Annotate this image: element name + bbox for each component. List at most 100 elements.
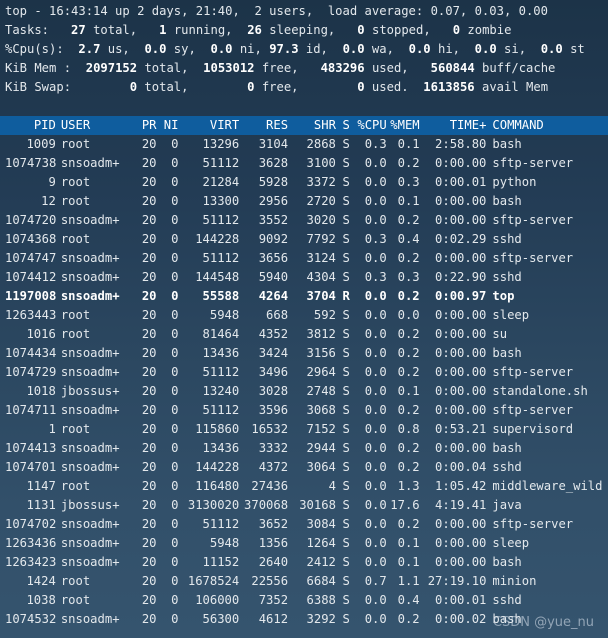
process-row[interactable]: 9 root 20 0 21284 5928 3372 S 0.0 0.3 0:00.01 pytho… <box>0 173 608 192</box>
cell-state: S <box>342 384 350 398</box>
cell-mem: 0.1 <box>397 194 420 208</box>
col-header-user[interactable]: USER <box>56 116 127 135</box>
col-header-mem[interactable]: %MEM <box>387 116 419 135</box>
cell-pid: 1018 <box>26 384 56 398</box>
cell-time: 0:22.90 <box>435 270 487 284</box>
cell-cpu: 0.0 <box>364 156 387 170</box>
cell-time: 0:00.00 <box>435 365 487 379</box>
process-row[interactable]: 12 root 20 0 13300 2956 2720 S 0.0 0.1 0:00.00 bash <box>0 192 608 211</box>
process-row[interactable]: 1074702 snsoadm+ 20 0 51112 3652 3084 S 0.0 0.2 0:… <box>0 515 608 534</box>
process-row[interactable]: 1074729 snsoadm+ 20 0 51112 3496 2964 S 0.0 0.2 0:… <box>0 363 608 382</box>
process-row[interactable]: 1074434 snsoadm+ 20 0 13436 3424 3156 S 0.0 0.2 0:… <box>0 344 608 363</box>
cell-ni: 0 <box>171 574 179 588</box>
process-row[interactable]: 1424 root 20 0 1678524 22556 6684 S 0.7 1.1 27:19.… <box>0 572 608 591</box>
cell-mem: 0.1 <box>397 137 420 151</box>
cell-pid: 1147 <box>26 479 56 493</box>
process-row[interactable]: 1074738 snsoadm+ 20 0 51112 3628 3100 S 0.0 0.2 0:… <box>0 154 608 173</box>
cell-pr: 20 <box>141 270 157 284</box>
cell-pid: 12 <box>41 194 56 208</box>
col-header-virt[interactable]: VIRT <box>178 116 239 135</box>
cell-shr: 2412 <box>306 555 336 569</box>
cell-mem: 0.2 <box>397 251 420 265</box>
cell-state: S <box>342 175 350 189</box>
terminal-window: top - 16:43:14 up 2 days, 21:40, 2 users… <box>0 2 608 629</box>
col-header-time[interactable]: TIME+ <box>420 116 487 135</box>
col-header-pid[interactable]: PID <box>5 116 56 135</box>
cell-pr: 20 <box>141 555 157 569</box>
cell-pr: 20 <box>141 460 157 474</box>
col-header-ni[interactable]: NI <box>157 116 179 135</box>
process-row[interactable]: 1074413 snsoadm+ 20 0 13436 3332 2944 S 0.0 0.2 0:… <box>0 439 608 458</box>
cell-ni: 0 <box>171 384 179 398</box>
cell-mem: 0.1 <box>397 536 420 550</box>
process-row[interactable]: 1009 root 20 0 13296 3104 2868 S 0.3 0.1 2:58.80 ba… <box>0 135 608 154</box>
cell-pr: 20 <box>141 593 157 607</box>
cell-virt: 5948 <box>209 536 240 550</box>
cell-virt: 144548 <box>195 270 240 284</box>
cell-virt: 51112 <box>202 213 240 227</box>
cell-user: snsoadm+ <box>60 289 120 303</box>
process-row[interactable]: 1074720 snsoadm+ 20 0 51112 3552 3020 S 0.0 0.2 0:… <box>0 211 608 230</box>
mem-total-value: 2097152 <box>85 61 138 75</box>
col-header-cpu[interactable]: %CPU <box>350 116 386 135</box>
cell-shr: 3292 <box>306 612 336 626</box>
cell-time: 0:00.00 <box>435 251 487 265</box>
cell-pid: 1074701 <box>5 460 56 474</box>
process-row[interactable]: 1131 jbossus+ 20 0 3130020 370068 30168 S 0.0 17.… <box>0 496 608 515</box>
cell-time: 0:00.00 <box>435 308 487 322</box>
cell-cpu: 0.0 <box>364 175 387 189</box>
process-row[interactable]: 1197008 snsoadm+ 20 0 55588 4264 3704 R 0.0 0.2 0:… <box>0 287 608 306</box>
swap-label: KiB Swap: <box>5 80 72 94</box>
cell-pr: 20 <box>141 422 157 436</box>
cell-time: 0:00.00 <box>435 384 487 398</box>
cell-command: sleep <box>492 536 530 550</box>
cell-ni: 0 <box>171 346 179 360</box>
cell-user: root <box>60 194 91 208</box>
cell-command: minion <box>492 574 537 588</box>
cell-mem: 1.1 <box>397 574 420 588</box>
process-row[interactable]: 1074711 snsoadm+ 20 0 51112 3596 3068 S 0.0 0.2 0:… <box>0 401 608 420</box>
col-header-command[interactable]: COMMAND <box>486 116 608 135</box>
cell-res: 668 <box>266 308 289 322</box>
cell-pr: 20 <box>141 441 157 455</box>
process-row[interactable]: 1263443 root 20 0 5948 668 592 S 0.0 0.0 0:00.00 sl… <box>0 306 608 325</box>
process-row[interactable]: 1263423 snsoadm+ 20 0 11152 2640 2412 S 0.0 0.1 0:… <box>0 553 608 572</box>
process-row[interactable]: 1038 root 20 0 106000 7352 6388 S 0.0 0.4 0:00.01 s… <box>0 591 608 610</box>
cell-command: bash <box>492 441 522 455</box>
process-row[interactable]: 1074368 root 20 0 144228 9092 7792 S 0.3 0.4 0:02.… <box>0 230 608 249</box>
cell-user: jbossus+ <box>60 498 120 512</box>
cell-cpu: 0.0 <box>364 251 387 265</box>
cell-mem: 0.2 <box>397 612 420 626</box>
cell-shr: 2868 <box>306 137 336 151</box>
cell-mem: 0.2 <box>397 460 420 474</box>
tasks-zombie-value: 0 <box>452 23 461 37</box>
process-row[interactable]: 1018 jbossus+ 20 0 13240 3028 2748 S 0.0 0.1 0:00.… <box>0 382 608 401</box>
process-row[interactable]: 1147 root 20 0 116480 27436 4 S 0.0 1.3 1:05.42 mid… <box>0 477 608 496</box>
process-row[interactable]: 1074701 snsoadm+ 20 0 144228 4372 3064 S 0.0 0.2 0… <box>0 458 608 477</box>
cell-pid: 1009 <box>26 137 56 151</box>
cell-res: 16532 <box>251 422 289 436</box>
cell-mem: 0.3 <box>397 270 420 284</box>
process-row[interactable]: 1016 root 20 0 81464 4352 3812 S 0.0 0.2 0:00.00 su <box>0 325 608 344</box>
cell-user: snsoadm+ <box>60 403 120 417</box>
cell-mem: 1.3 <box>397 479 420 493</box>
cell-time: 0:00.00 <box>435 517 487 531</box>
cell-user: jbossus+ <box>60 384 120 398</box>
cell-pr: 20 <box>141 289 157 303</box>
col-header-pr[interactable]: PR <box>127 116 157 135</box>
cell-state: S <box>342 194 350 208</box>
col-header-res[interactable]: RES <box>239 116 288 135</box>
process-row[interactable]: 1263436 snsoadm+ 20 0 5948 1356 1264 S 0.0 0.1 0:0… <box>0 534 608 553</box>
col-header-state[interactable]: S <box>336 116 350 135</box>
cell-pr: 20 <box>141 403 157 417</box>
cell-user: root <box>60 574 91 588</box>
col-header-shr[interactable]: SHR <box>288 116 336 135</box>
process-row[interactable]: 1074412 snsoadm+ 20 0 144548 5940 4304 S 0.3 0.3 0… <box>0 268 608 287</box>
cell-res: 7352 <box>258 593 289 607</box>
process-row[interactable]: 1074747 snsoadm+ 20 0 51112 3656 3124 S 0.0 0.2 0:… <box>0 249 608 268</box>
cell-command: su <box>492 327 508 341</box>
cell-pr: 20 <box>141 251 157 265</box>
cell-time: 0:00.01 <box>435 593 487 607</box>
process-row[interactable]: 1 root 20 0 115860 16532 7152 S 0.0 0.8 0:53.21 sup… <box>0 420 608 439</box>
cell-ni: 0 <box>171 536 179 550</box>
